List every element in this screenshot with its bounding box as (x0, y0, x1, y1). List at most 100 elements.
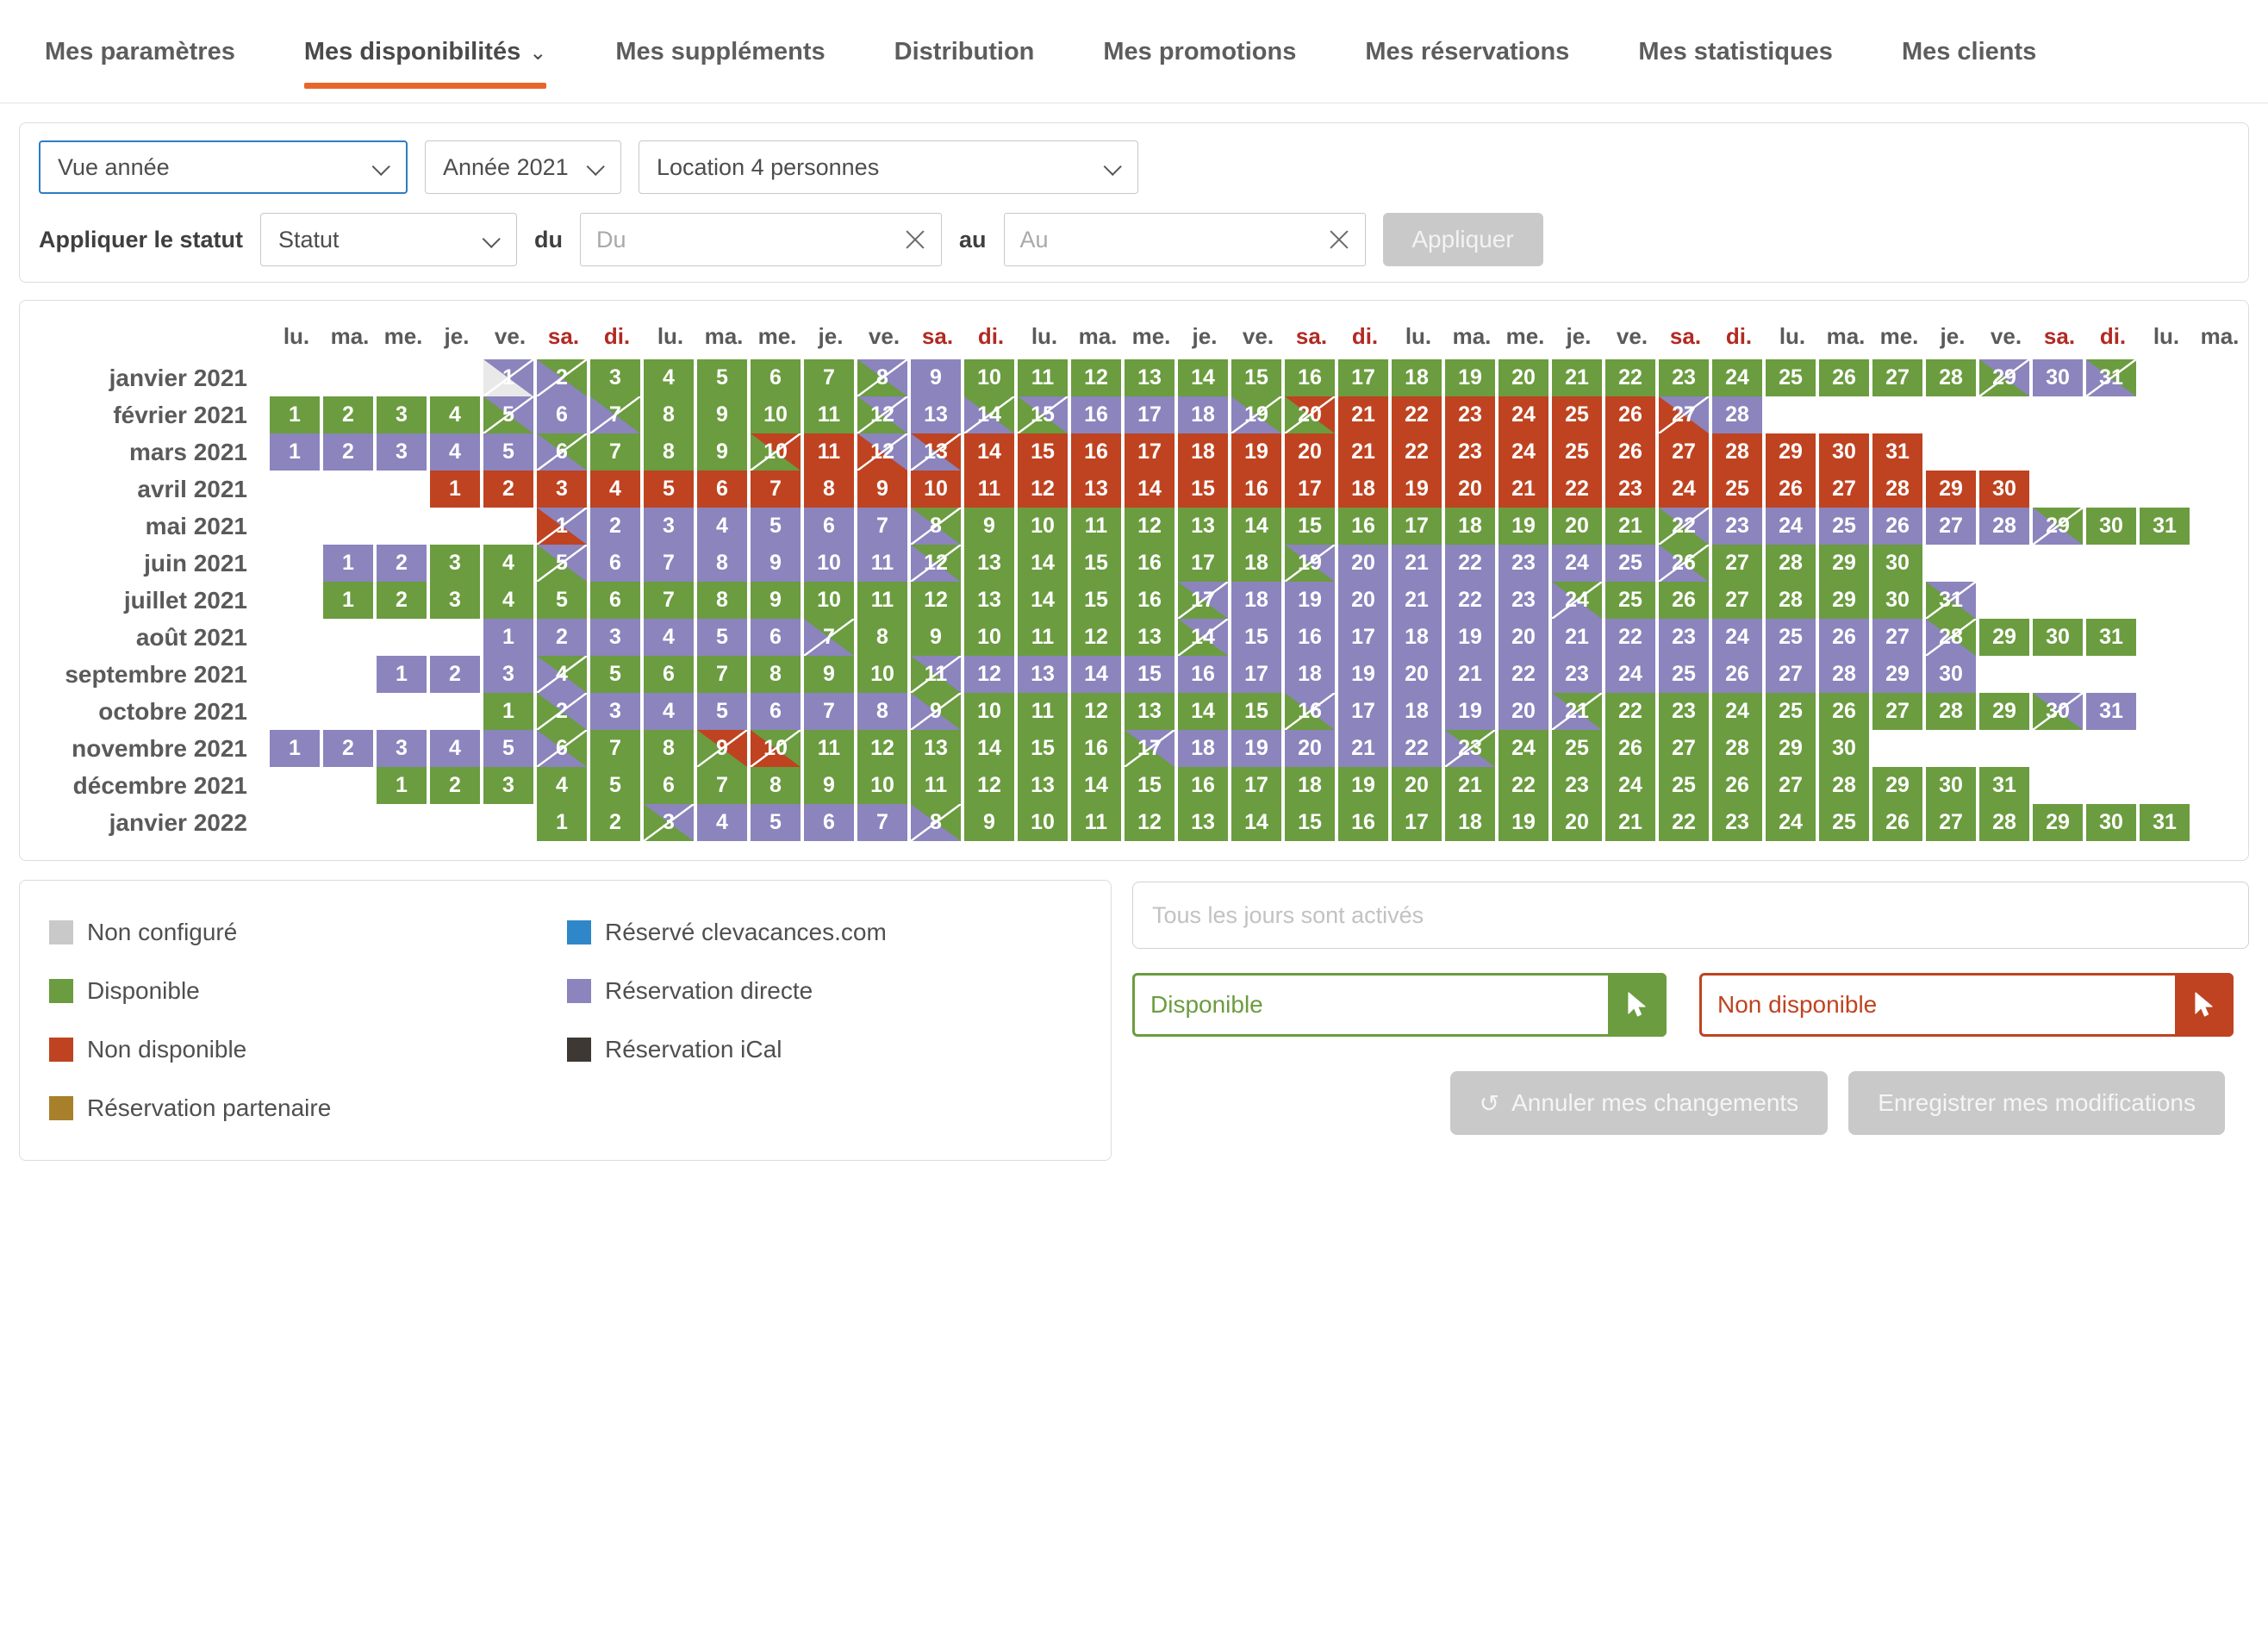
calendar-day-cell[interactable]: 10 (857, 656, 907, 693)
calendar-day-cell[interactable]: 31 (2086, 359, 2136, 396)
calendar-day-cell[interactable]: 19 (1285, 545, 1335, 582)
calendar-day-cell[interactable]: 3 (430, 545, 480, 582)
calendar-day-cell[interactable]: 23 (1445, 433, 1495, 471)
calendar-day-cell[interactable]: 12 (857, 396, 907, 433)
calendar-day-cell[interactable]: 25 (1552, 730, 1602, 767)
calendar-day-cell[interactable]: 2 (377, 582, 427, 619)
calendar-day-cell[interactable]: 7 (644, 545, 694, 582)
calendar-day-cell[interactable]: 30 (1926, 656, 1976, 693)
calendar-day-cell[interactable]: 25 (1819, 508, 1869, 545)
calendar-day-cell[interactable]: 24 (1498, 730, 1548, 767)
calendar-day-cell[interactable]: 2 (537, 359, 587, 396)
calendar-day-cell[interactable]: 9 (911, 359, 961, 396)
calendar-day-cell[interactable]: 30 (1819, 730, 1869, 767)
calendar-day-cell[interactable]: 7 (857, 804, 907, 841)
calendar-day-cell[interactable]: 5 (751, 508, 801, 545)
calendar-day-cell[interactable]: 22 (1445, 582, 1495, 619)
calendar-day-cell[interactable]: 9 (964, 804, 1014, 841)
calendar-day-cell[interactable]: 22 (1552, 471, 1602, 508)
calendar-day-cell[interactable]: 13 (1125, 359, 1174, 396)
calendar-day-cell[interactable]: 18 (1392, 693, 1442, 730)
calendar-day-cell[interactable]: 20 (1338, 545, 1388, 582)
calendar-day-cell[interactable]: 22 (1392, 433, 1442, 471)
calendar-day-cell[interactable]: 23 (1659, 693, 1709, 730)
calendar-day-cell[interactable]: 13 (1018, 767, 1068, 804)
calendar-day-cell[interactable]: 11 (1018, 359, 1068, 396)
calendar-day-cell[interactable]: 23 (1659, 359, 1709, 396)
calendar-day-cell[interactable]: 17 (1231, 656, 1281, 693)
calendar-day-cell[interactable]: 24 (1712, 693, 1762, 730)
calendar-day-cell[interactable]: 20 (1392, 656, 1442, 693)
calendar-day-cell[interactable]: 14 (1178, 693, 1228, 730)
calendar-day-cell[interactable]: 6 (644, 767, 694, 804)
calendar-day-cell[interactable]: 2 (537, 619, 587, 656)
calendar-day-cell[interactable]: 14 (1071, 767, 1121, 804)
calendar-day-cell[interactable]: 20 (1552, 804, 1602, 841)
calendar-day-cell[interactable]: 13 (911, 730, 961, 767)
calendar-day-cell[interactable]: 28 (1979, 804, 2029, 841)
calendar-day-cell[interactable]: 17 (1231, 767, 1281, 804)
calendar-day-cell[interactable]: 2 (323, 730, 373, 767)
calendar-day-cell[interactable]: 8 (644, 433, 694, 471)
calendar-day-cell[interactable]: 26 (1659, 582, 1709, 619)
calendar-day-cell[interactable]: 1 (537, 804, 587, 841)
calendar-day-cell[interactable]: 4 (430, 433, 480, 471)
calendar-day-cell[interactable]: 14 (1018, 545, 1068, 582)
calendar-day-cell[interactable]: 9 (911, 619, 961, 656)
calendar-day-cell[interactable]: 27 (1659, 730, 1709, 767)
calendar-day-cell[interactable]: 10 (804, 545, 854, 582)
calendar-day-cell[interactable]: 18 (1445, 804, 1495, 841)
calendar-day-cell[interactable]: 13 (1125, 693, 1174, 730)
calendar-day-cell[interactable]: 6 (751, 693, 801, 730)
calendar-day-cell[interactable]: 8 (644, 730, 694, 767)
calendar-day-cell[interactable]: 2 (537, 693, 587, 730)
calendar-day-cell[interactable]: 1 (270, 433, 320, 471)
calendar-day-cell[interactable]: 13 (911, 433, 961, 471)
calendar-day-cell[interactable]: 15 (1231, 693, 1281, 730)
calendar-day-cell[interactable]: 17 (1338, 619, 1388, 656)
calendar-day-cell[interactable]: 12 (911, 582, 961, 619)
calendar-day-cell[interactable]: 9 (911, 693, 961, 730)
calendar-day-cell[interactable]: 29 (2033, 508, 2083, 545)
calendar-day-cell[interactable]: 21 (1392, 582, 1442, 619)
calendar-day-cell[interactable]: 7 (644, 582, 694, 619)
calendar-day-cell[interactable]: 10 (751, 433, 801, 471)
calendar-day-cell[interactable]: 5 (751, 804, 801, 841)
calendar-day-cell[interactable]: 12 (1018, 471, 1068, 508)
calendar-day-cell[interactable]: 13 (964, 545, 1014, 582)
calendar-day-cell[interactable]: 20 (1392, 767, 1442, 804)
calendar-day-cell[interactable]: 2 (377, 545, 427, 582)
calendar-day-cell[interactable]: 6 (751, 359, 801, 396)
calendar-day-cell[interactable]: 18 (1178, 396, 1228, 433)
calendar-day-cell[interactable]: 25 (1766, 359, 1816, 396)
calendar-day-cell[interactable]: 29 (1766, 730, 1816, 767)
calendar-day-cell[interactable]: 16 (1178, 767, 1228, 804)
calendar-day-cell[interactable]: 1 (537, 508, 587, 545)
calendar-day-cell[interactable]: 3 (430, 582, 480, 619)
calendar-day-cell[interactable]: 22 (1445, 545, 1495, 582)
calendar-day-cell[interactable]: 11 (804, 433, 854, 471)
calendar-day-cell[interactable]: 23 (1552, 767, 1602, 804)
calendar-day-cell[interactable]: 30 (2086, 804, 2136, 841)
calendar-day-cell[interactable]: 5 (697, 359, 747, 396)
calendar-day-cell[interactable]: 20 (1498, 693, 1548, 730)
calendar-day-cell[interactable]: 27 (1766, 656, 1816, 693)
calendar-day-cell[interactable]: 21 (1552, 359, 1602, 396)
accommodation-select[interactable]: Location 4 personnes (639, 140, 1138, 194)
calendar-day-cell[interactable]: 11 (1071, 508, 1121, 545)
calendar-day-cell[interactable]: 12 (964, 656, 1014, 693)
calendar-day-cell[interactable]: 16 (1285, 693, 1335, 730)
calendar-day-cell[interactable]: 9 (751, 582, 801, 619)
calendar-day-cell[interactable]: 14 (1231, 804, 1281, 841)
calendar-day-cell[interactable]: 6 (697, 471, 747, 508)
cancel-changes-button[interactable]: ↺ Annuler mes changements (1449, 1071, 1829, 1135)
calendar-day-cell[interactable]: 18 (1285, 767, 1335, 804)
calendar-day-cell[interactable]: 31 (1979, 767, 2029, 804)
calendar-day-cell[interactable]: 4 (697, 804, 747, 841)
calendar-day-cell[interactable]: 29 (1926, 471, 1976, 508)
calendar-day-cell[interactable]: 29 (1819, 582, 1869, 619)
calendar-day-cell[interactable]: 15 (1125, 656, 1174, 693)
calendar-day-cell[interactable]: 2 (323, 433, 373, 471)
calendar-day-cell[interactable]: 26 (1766, 471, 1816, 508)
calendar-day-cell[interactable]: 7 (804, 619, 854, 656)
